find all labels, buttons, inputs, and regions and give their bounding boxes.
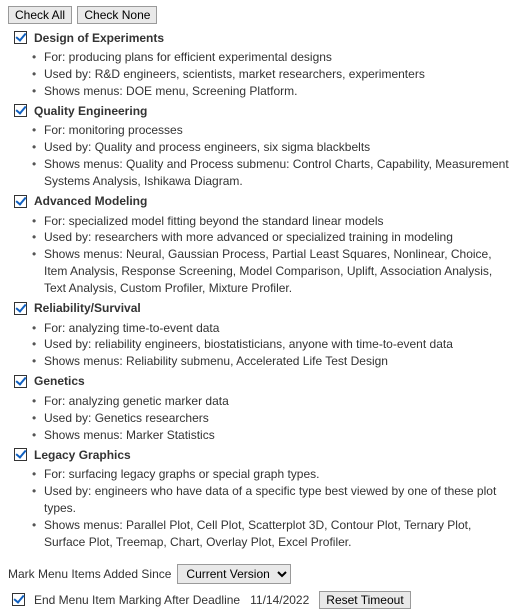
section-title: Reliability/Survival	[34, 301, 141, 315]
check-none-button[interactable]: Check None	[77, 6, 157, 24]
mark-menu-items-label: Mark Menu Items Added Since	[8, 567, 171, 581]
section-detail-used-by: Used by: Genetics researchers	[32, 410, 515, 427]
check-all-button[interactable]: Check All	[8, 6, 72, 24]
section-detail-shows: Shows menus: Reliability submenu, Accele…	[32, 353, 515, 370]
section-detail-shows: Shows menus: Neural, Gaussian Process, P…	[32, 246, 515, 296]
section-title: Advanced Modeling	[34, 194, 147, 208]
end-marking-label: End Menu Item Marking After Deadline	[34, 593, 240, 607]
section-detail-for: For: specialized model fitting beyond th…	[32, 213, 515, 230]
section-genetics: Genetics For: analyzing genetic marker da…	[10, 372, 515, 443]
section-title: Quality Engineering	[34, 104, 147, 118]
section-detail-for: For: analyzing genetic marker data	[32, 393, 515, 410]
section-detail-for: For: surfacing legacy graphs or special …	[32, 466, 515, 483]
section-detail-shows: Shows menus: Quality and Process submenu…	[32, 156, 515, 190]
section-title: Design of Experiments	[34, 31, 164, 45]
section-detail-used-by: Used by: engineers who have data of a sp…	[32, 483, 515, 517]
section-checkbox-advanced-modeling[interactable]	[14, 195, 27, 208]
section-advanced-modeling: Advanced Modeling For: specialized model …	[10, 192, 515, 297]
section-detail-shows: Shows menus: Marker Statistics	[32, 427, 515, 444]
section-checkbox-reliability-survival[interactable]	[14, 302, 27, 315]
section-detail-for: For: monitoring processes	[32, 122, 515, 139]
deadline-date: 11/14/2022	[250, 593, 309, 607]
section-legacy-graphics: Legacy Graphics For: surfacing legacy gra…	[10, 445, 515, 550]
section-detail-used-by: Used by: Quality and process engineers, …	[32, 139, 515, 156]
section-detail-used-by: Used by: researchers with more advanced …	[32, 229, 515, 246]
version-select[interactable]: Current Version	[177, 564, 291, 584]
section-checkbox-genetics[interactable]	[14, 375, 27, 388]
section-detail-shows: Shows menus: Parallel Plot, Cell Plot, S…	[32, 517, 515, 551]
section-title: Genetics	[34, 374, 85, 388]
section-title: Legacy Graphics	[34, 448, 131, 462]
section-design-of-experiments: Design of Experiments For: producing plan…	[10, 28, 515, 99]
section-quality-engineering: Quality Engineering For: monitoring proce…	[10, 101, 515, 189]
end-marking-checkbox[interactable]	[12, 593, 25, 606]
section-detail-used-by: Used by: reliability engineers, biostati…	[32, 336, 515, 353]
section-detail-for: For: analyzing time-to-event data	[32, 320, 515, 337]
section-detail-shows: Shows menus: DOE menu, Screening Platfor…	[32, 83, 515, 100]
section-detail-for: For: producing plans for efficient exper…	[32, 49, 515, 66]
section-checkbox-design-of-experiments[interactable]	[14, 31, 27, 44]
reset-timeout-button[interactable]: Reset Timeout	[319, 591, 410, 609]
section-detail-used-by: Used by: R&D engineers, scientists, mark…	[32, 66, 515, 83]
section-checkbox-legacy-graphics[interactable]	[14, 448, 27, 461]
section-checkbox-quality-engineering[interactable]	[14, 104, 27, 117]
section-reliability-survival: Reliability/Survival For: analyzing time-…	[10, 299, 515, 370]
